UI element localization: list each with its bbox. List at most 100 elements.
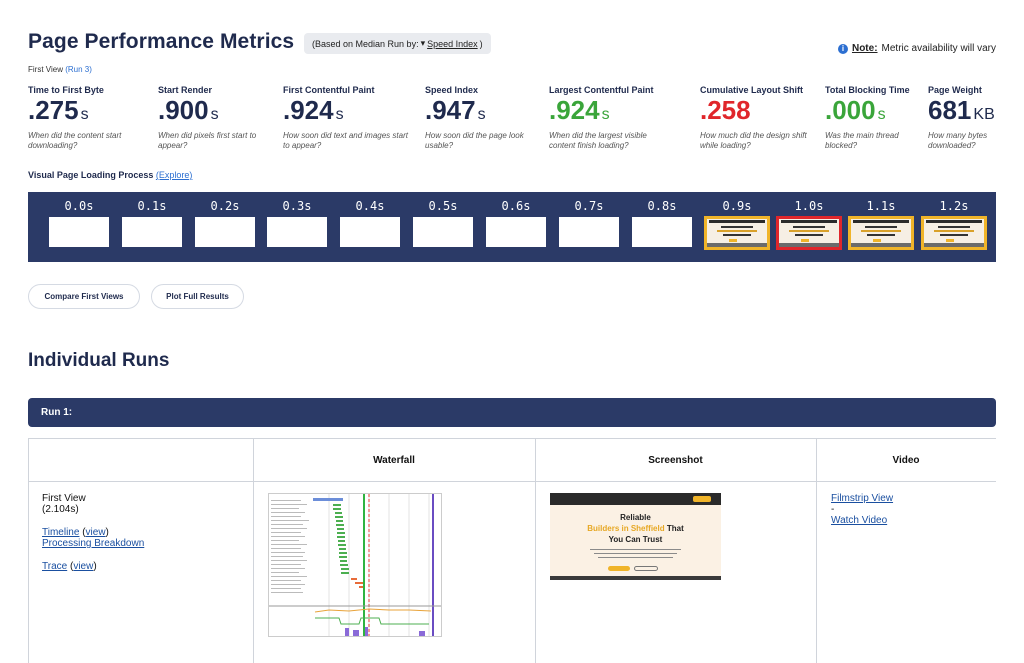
explore-link[interactable]: (Explore): [156, 170, 193, 180]
metric-tbt: Total Blocking Time .000 s Was the main t…: [825, 85, 920, 151]
filmstrip: 0.0s 0.1s 0.2s 0.3s 0.4s 0.5s 0.6s 0.7s …: [28, 192, 996, 262]
filmstrip-frame[interactable]: 0.8s: [631, 192, 693, 248]
run-link[interactable]: (Run 3): [65, 65, 92, 74]
frame-thumbnail[interactable]: [266, 216, 328, 248]
frame-time: 0.6s: [501, 199, 531, 213]
filmstrip-frame[interactable]: 0.9s: [704, 192, 770, 250]
frame-thumbnail[interactable]: [194, 216, 256, 248]
info-icon: i: [837, 43, 848, 54]
metric-fcp: First Contentful Paint .924 s How soon di…: [283, 85, 413, 151]
first-view-duration: (2.104s): [42, 504, 79, 515]
visual-loading-label: Visual Page Loading Process (Explore): [28, 170, 192, 180]
metric-description: Was the main thread blocked?: [825, 131, 899, 150]
frame-time: 0.9s: [722, 199, 752, 213]
filmstrip-frame[interactable]: 0.2s: [194, 192, 256, 248]
screenshot-headline-3: You Can Trust: [608, 535, 663, 544]
filmstrip-frame[interactable]: 0.7s: [558, 192, 620, 248]
metric-page-weight: Page Weight 681 KB How many bytes downloa…: [928, 85, 998, 151]
screenshot-column-header: Screenshot: [648, 455, 703, 466]
screenshot-headline-2: Builders in Sheffield That: [587, 524, 684, 533]
timeline-row: Timeline (view): [42, 527, 109, 538]
metric-description: How soon did the page look usable?: [425, 131, 524, 150]
first-view-label: First View: [42, 493, 86, 504]
trace-link[interactable]: Trace: [42, 561, 67, 572]
screenshot-cta-primary: [608, 566, 630, 571]
metric-description: When did pixels first start to appear?: [158, 131, 257, 150]
metric-label: Start Render: [158, 85, 213, 95]
video-cell: Filmstrip View - Watch Video: [831, 493, 991, 526]
filmstrip-frame[interactable]: 0.3s: [266, 192, 328, 248]
frame-thumbnail[interactable]: [339, 216, 401, 248]
first-view-label: First View: [28, 65, 63, 74]
waterfall-graphic: [269, 494, 441, 636]
filmstrip-frame[interactable]: 1.0s: [776, 192, 842, 250]
frame-time: 1.0s: [794, 199, 824, 213]
frame-time: 0.1s: [137, 199, 167, 213]
screenshot-text-line: [598, 557, 673, 558]
screenshot-nav-button: [693, 496, 711, 502]
compare-first-views-button[interactable]: Compare First Views: [28, 284, 140, 309]
median-run-selector[interactable]: (Based on Median Run by: ▾ Speed Index ): [304, 33, 491, 54]
frame-thumbnail[interactable]: [921, 216, 987, 250]
plot-full-results-button[interactable]: Plot Full Results: [151, 284, 244, 309]
individual-runs-heading: Individual Runs: [28, 350, 170, 371]
frame-thumbnail[interactable]: [121, 216, 183, 248]
filmstrip-view-link[interactable]: Filmstrip View: [831, 493, 893, 504]
median-prefix: (Based on Median Run by:: [312, 38, 419, 49]
metric-value: .947 s: [425, 95, 486, 125]
run-header-bar: Run 1:: [28, 398, 996, 427]
filmstrip-frame[interactable]: 0.5s: [412, 192, 474, 248]
frame-thumbnail[interactable]: [558, 216, 620, 248]
screenshot-thumbnail[interactable]: Reliable Builders in Sheffield That You …: [550, 493, 721, 580]
frame-time: 1.2s: [939, 199, 969, 213]
filmstrip-frame[interactable]: 1.1s: [848, 192, 914, 250]
metric-ttfb: Time to First Byte .275 s When did the co…: [28, 85, 148, 151]
watch-video-link[interactable]: Watch Video: [831, 515, 887, 526]
metric-cls: Cumulative Layout Shift .258 How much di…: [700, 85, 815, 151]
metric-lcp: Largest Contentful Paint .924 s When did …: [549, 85, 674, 151]
screenshot-cta-secondary: [634, 566, 658, 571]
metric-start-render: Start Render .900 s When did pixels first…: [158, 85, 268, 151]
waterfall-column-header: Waterfall: [373, 455, 415, 466]
filmstrip-frame[interactable]: 1.2s: [921, 192, 987, 250]
visual-label-text: Visual Page Loading Process: [28, 170, 154, 180]
processing-breakdown-link[interactable]: Processing Breakdown: [42, 538, 144, 549]
page-title: Page Performance Metrics: [28, 30, 295, 53]
median-selected-value[interactable]: Speed Index: [427, 39, 478, 49]
frame-thumbnail[interactable]: [704, 216, 770, 250]
metric-value: .924 s: [549, 95, 610, 125]
screenshot-headline-1: Reliable: [620, 513, 651, 522]
waterfall-thumbnail[interactable]: [268, 493, 442, 637]
filmstrip-frame[interactable]: 0.1s: [121, 192, 183, 248]
frame-thumbnail[interactable]: [776, 216, 842, 250]
frame-time: 0.3s: [282, 199, 312, 213]
screenshot-nav: [550, 493, 721, 505]
metric-description: When did the content start downloading?: [28, 131, 122, 150]
metric-description: How soon did text and images start to ap…: [283, 131, 408, 150]
metric-value: .900 s: [158, 95, 219, 125]
frame-thumbnail[interactable]: [848, 216, 914, 250]
metric-description: When did the largest visible content fin…: [549, 131, 647, 150]
note-text: Metric availability will vary: [881, 43, 996, 54]
frame-thumbnail[interactable]: [48, 216, 110, 248]
median-suffix: ): [479, 38, 483, 49]
screenshot-text-line: [594, 553, 677, 554]
metric-label: Largest Contentful Paint: [549, 85, 654, 95]
frame-thumbnail[interactable]: [412, 216, 474, 248]
metric-label: First Contentful Paint: [283, 85, 375, 95]
frame-time: 0.5s: [428, 199, 458, 213]
screenshot-footer: [550, 576, 721, 580]
frame-thumbnail[interactable]: [631, 216, 693, 248]
chevron-down-icon: ▾: [420, 38, 426, 48]
trace-view-link[interactable]: view: [73, 561, 93, 572]
column-divider: [28, 439, 29, 663]
timeline-link[interactable]: Timeline: [42, 527, 79, 538]
metric-label: Speed Index: [425, 85, 479, 95]
timeline-view-link[interactable]: view: [86, 527, 106, 538]
filmstrip-frame[interactable]: 0.4s: [339, 192, 401, 248]
filmstrip-frame[interactable]: 0.6s: [485, 192, 547, 248]
frame-thumbnail[interactable]: [485, 216, 547, 248]
frame-time: 0.7s: [574, 199, 604, 213]
availability-note: i Note: Metric availability will vary: [837, 43, 996, 54]
filmstrip-frame[interactable]: 0.0s: [48, 192, 110, 248]
